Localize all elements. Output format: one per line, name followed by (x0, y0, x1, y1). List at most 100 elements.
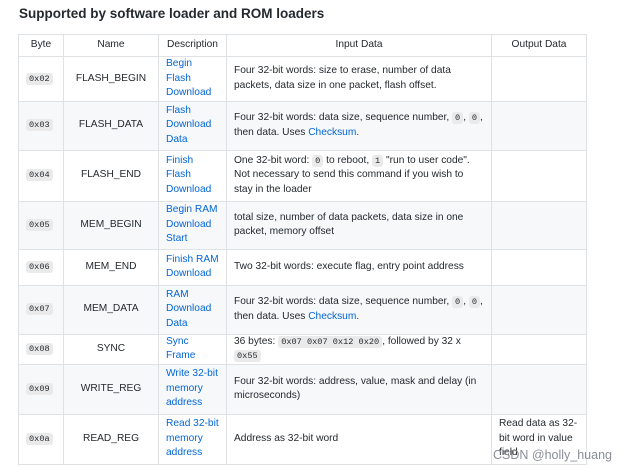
byte-code: 0x0a (26, 432, 53, 445)
inline-code: 1 (372, 154, 384, 167)
cell-input-data: One 32-bit word: 0 to reboot, 1 "run to … (226, 149, 492, 202)
input-text: 36 bytes: (234, 335, 279, 347)
description-link[interactable]: Begin Flash Download (166, 58, 211, 98)
description-link[interactable]: RAM Download Data (166, 289, 211, 329)
header-input-data: Input Data (226, 34, 492, 57)
cell-name: FLASH_END (63, 149, 159, 202)
input-text: Address as 32-bit word (234, 432, 339, 444)
cell-input-data: 36 bytes: 0x07 0x07 0x12 0x20, followed … (226, 333, 492, 365)
cell-input-data: Four 32-bit words: address, value, mask … (226, 363, 492, 415)
cell-name: SYNC (63, 333, 159, 365)
description-link[interactable]: Begin RAM Download Start (166, 204, 218, 244)
table-header-row: Byte Name Description Input Data Output … (18, 34, 587, 57)
cell-output-data (491, 333, 587, 365)
input-text: total size, number of data packets, data… (234, 211, 464, 238)
description-link[interactable]: Flash Download Data (166, 105, 211, 145)
inline-code: 0x07 0x07 0x12 0x20 (278, 335, 383, 348)
cell-name: READ_REG (63, 413, 159, 465)
table-row: 0x07 MEM_DATA RAM Download Data Four 32-bit… (18, 284, 587, 335)
description-link[interactable]: Finish RAM Download (166, 254, 219, 280)
input-text: Four 32-bit words: data size, sequence n… (234, 112, 453, 123)
cell-byte: 0x05 (18, 200, 64, 250)
checksum-link[interactable]: Checksum (308, 311, 356, 322)
cell-description: Finish RAM Download (158, 248, 227, 286)
table-row: 0x05 MEM_BEGIN Begin RAM Download Start tot… (18, 200, 587, 250)
table-row: 0x02 FLASH_BEGIN Begin Flash Download Four … (18, 56, 587, 102)
watermark: CSDN @holly_huang (492, 448, 612, 462)
cell-input-data: total size, number of data packets, data… (226, 200, 492, 250)
table-row: 0x04 FLASH_END Finish Flash Download One 32… (18, 149, 587, 202)
byte-code: 0x02 (26, 72, 53, 85)
cell-input-data: Four 32-bit words: data size, sequence n… (226, 100, 492, 151)
input-text: Four 32-bit words: size to erase, number… (234, 65, 451, 91)
cell-name: MEM_BEGIN (63, 200, 159, 250)
cell-description: Sync Frame (158, 333, 227, 365)
cell-input-data: Address as 32-bit word (226, 413, 492, 465)
header-output-data: Output Data (491, 34, 587, 57)
table-row: 0x03 FLASH_DATA Flash Download Data Four 32… (18, 100, 587, 151)
header-description: Description (158, 34, 227, 57)
cell-output-data (491, 200, 587, 250)
byte-code: 0x09 (26, 382, 53, 395)
input-text: to reboot, (323, 154, 373, 166)
cell-output-data (491, 248, 587, 286)
byte-code: 0x04 (26, 169, 53, 182)
table-body: 0x02 FLASH_BEGIN Begin Flash Download Four … (18, 56, 587, 465)
description-link[interactable]: Sync Frame (166, 336, 195, 362)
cell-name: MEM_END (63, 248, 159, 286)
cell-byte: 0x03 (18, 100, 64, 151)
cell-byte: 0x08 (18, 333, 64, 365)
header-name: Name (63, 34, 159, 57)
input-text: Four 32-bit words: address, value, mask … (234, 375, 477, 402)
byte-code: 0x03 (26, 119, 53, 132)
cell-byte: 0x02 (18, 56, 64, 102)
checksum-link[interactable]: Checksum (308, 127, 356, 138)
cell-output-data (491, 56, 587, 102)
header-byte: Byte (18, 34, 64, 57)
inline-code: 0 (452, 112, 464, 124)
section-heading: Supported by software loader and ROM loa… (19, 6, 325, 21)
table-row: 0x09 WRITE_REG Write 32-bit memory address… (18, 363, 587, 415)
input-text: , followed by 32 x (382, 335, 461, 347)
cell-byte: 0x09 (18, 363, 64, 415)
cell-byte: 0x06 (18, 248, 64, 286)
cell-name: FLASH_BEGIN (63, 56, 159, 102)
cell-name: MEM_DATA (63, 284, 159, 335)
input-text: Two 32-bit words: execute flag, entry po… (234, 260, 464, 272)
inline-code: 0 (452, 296, 464, 308)
description-link[interactable]: Write 32-bit memory address (166, 368, 218, 408)
byte-code: 0x08 (26, 342, 53, 355)
cell-description: Write 32-bit memory address (158, 363, 227, 415)
table-row: 0x08 SYNC Sync Frame 36 bytes: 0x07 0x07 0x… (18, 333, 587, 365)
inline-code: 0x55 (234, 350, 261, 362)
commands-table: Byte Name Description Input Data Output … (18, 34, 587, 465)
input-text: One 32-bit word: (234, 154, 313, 166)
inline-code: 0 (312, 154, 324, 167)
input-text: . (356, 126, 360, 138)
cell-name: FLASH_DATA (63, 100, 159, 151)
cell-description: RAM Download Data (158, 284, 227, 335)
byte-code: 0x05 (26, 218, 53, 231)
input-text: . (356, 310, 360, 322)
cell-output-data (491, 149, 587, 202)
cell-description: Flash Download Data (158, 100, 227, 151)
cell-output-data (491, 363, 587, 415)
cell-output-data (491, 100, 587, 151)
table-row: 0x06 MEM_END Finish RAM Download Two 32-bit… (18, 248, 587, 286)
description-link[interactable]: Finish Flash Download (166, 155, 211, 195)
input-text: Four 32-bit words: data size, sequence n… (234, 296, 453, 307)
cell-byte: 0x04 (18, 149, 64, 202)
cell-input-data: Four 32-bit words: data size, sequence n… (226, 284, 492, 335)
cell-byte: 0x0a (18, 413, 64, 465)
inline-code: 0 (468, 112, 481, 124)
cell-input-data: Four 32-bit words: size to erase, number… (226, 56, 492, 102)
cell-name: WRITE_REG (63, 363, 159, 415)
cell-output-data (491, 284, 587, 335)
cell-input-data: Two 32-bit words: execute flag, entry po… (226, 248, 492, 286)
cell-description: Finish Flash Download (158, 149, 227, 202)
cell-description: Begin Flash Download (158, 56, 227, 102)
cell-byte: 0x07 (18, 284, 64, 335)
description-link[interactable]: Read 32-bit memory address (166, 418, 219, 458)
cell-description: Read 32-bit memory address (158, 413, 227, 465)
inline-code: 0 (468, 296, 481, 308)
